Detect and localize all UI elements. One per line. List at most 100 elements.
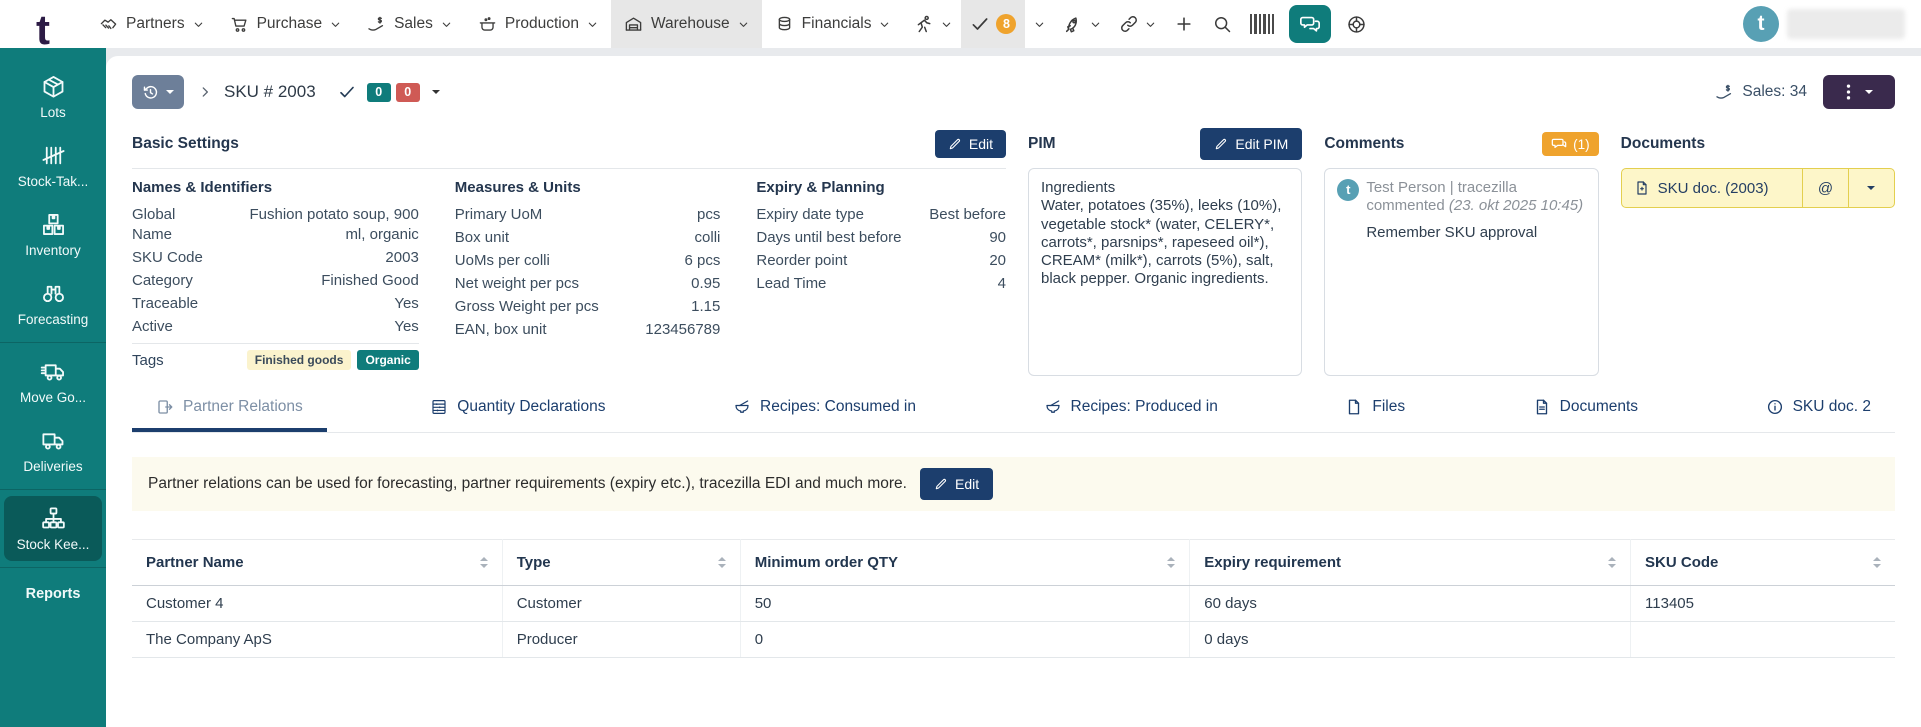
nav-chat-button[interactable] xyxy=(1289,5,1332,43)
sort-icon[interactable] xyxy=(1608,553,1617,572)
mortar-pestle-icon xyxy=(735,400,749,413)
sku-doc-dropdown-button[interactable] xyxy=(1847,169,1894,207)
tab-partner-relations[interactable]: Partner Relations xyxy=(132,386,327,432)
comment-bubble-icon xyxy=(1551,138,1567,148)
tab-recipes-produced-in[interactable]: Recipes: Produced in xyxy=(1020,386,1242,432)
more-actions-button[interactable] xyxy=(1823,75,1895,109)
pim-title: PIM xyxy=(1028,135,1056,152)
tab-sku-doc-2[interactable]: SKU doc. 2 xyxy=(1742,386,1895,432)
sidebar-item-stock-taking[interactable]: Stock-Tak... xyxy=(4,133,102,198)
summary-panels: Basic Settings Edit Names & Identifiers … xyxy=(132,126,1895,376)
table-row[interactable]: Customer 4 Customer 50 60 days 113405 xyxy=(132,585,1895,622)
edit-pim-button[interactable]: Edit PIM xyxy=(1200,128,1303,160)
sidebar-section-reports[interactable]: Reports xyxy=(0,572,106,616)
sidebar-item-stock-keeping[interactable]: Stock Kee... xyxy=(4,496,102,561)
sku-doc-label: SKU doc. (2003) xyxy=(1657,179,1769,197)
sort-icon[interactable] xyxy=(479,553,488,572)
sidebar-item-label: Deliveries xyxy=(23,459,83,474)
comments-content: t Test Person | tracezilla commented (23… xyxy=(1324,168,1599,376)
chevron-down-icon xyxy=(588,22,597,27)
nav-activities-button[interactable] xyxy=(905,0,961,48)
field-value: Fushion potato soup, 900 ml, organic xyxy=(249,205,419,243)
chevron-down-icon xyxy=(1036,22,1044,27)
column-header-minimum-order-qty[interactable]: Minimum order QTY xyxy=(740,539,1191,586)
nav-sales[interactable]: Sales xyxy=(354,0,465,48)
field-value: colli xyxy=(694,228,721,246)
nav-label: Financials xyxy=(801,15,872,32)
sales-hand-icon xyxy=(368,16,384,31)
comment-body: Remember SKU approval xyxy=(1366,223,1538,241)
column-header-expiry-requirement[interactable]: Expiry requirement xyxy=(1189,539,1632,586)
chevron-down-icon xyxy=(442,22,451,27)
nav-warehouse[interactable]: Warehouse xyxy=(610,0,762,48)
nav-support-button[interactable] xyxy=(1337,0,1376,48)
field-value: 2003 xyxy=(385,248,419,266)
sidebar-item-move-goods[interactable]: Move Go... xyxy=(4,349,102,414)
nav-tasks-button[interactable]: 8 xyxy=(961,0,1026,48)
nav-rocket-button[interactable] xyxy=(1054,0,1110,48)
pim-ingredients-text: Water, potatoes (35%), leeks (10%), vege… xyxy=(1041,197,1282,288)
basic-settings-title: Basic Settings xyxy=(132,135,239,152)
page-title: SKU # 2003 xyxy=(224,82,316,101)
tag-finished-goods[interactable]: Finished goods xyxy=(246,350,352,370)
field-label: Tags xyxy=(132,351,164,369)
sales-count-link[interactable]: Sales: 34 xyxy=(1715,83,1807,102)
sku-doc-button[interactable]: SKU doc. (2003) xyxy=(1622,169,1802,207)
field-label: Global Name xyxy=(132,205,176,243)
tab-recipes-consumed-in[interactable]: Recipes: Consumed in xyxy=(709,386,940,432)
sort-icon[interactable] xyxy=(1167,553,1176,572)
edit-basic-settings-button[interactable]: Edit xyxy=(934,130,1006,158)
sidebar-item-inventory[interactable]: Inventory xyxy=(4,202,102,267)
column-title: Measures & Units xyxy=(454,179,581,196)
tab-quantity-declarations[interactable]: Quantity Declarations xyxy=(406,386,629,432)
status-badge-teal: 0 xyxy=(366,82,391,102)
link-icon xyxy=(1121,16,1138,32)
nav-label: Sales xyxy=(394,15,433,32)
tab-documents[interactable]: Documents xyxy=(1509,386,1662,432)
nav-add-button[interactable] xyxy=(1165,0,1203,48)
cell-expiry-requirement: 0 days xyxy=(1189,621,1632,658)
history-icon xyxy=(143,85,158,99)
cell-partner-name: The Company ApS xyxy=(132,621,503,658)
info-text: Partner relations can be used for foreca… xyxy=(148,475,907,492)
nav-partners[interactable]: Partners xyxy=(86,0,217,48)
nav-links-button[interactable] xyxy=(1110,0,1165,48)
sku-doc-mention-button[interactable]: @ xyxy=(1801,169,1848,207)
sort-icon[interactable] xyxy=(1873,553,1881,572)
measures-units-column: Measures & Units Primary UoM pcs Box unit… xyxy=(455,179,721,370)
chevron-down-icon xyxy=(1092,22,1100,27)
nav-financials[interactable]: Financials xyxy=(762,0,904,48)
user-area: t xyxy=(1729,0,1921,48)
edit-partner-relations-button[interactable]: Edit xyxy=(919,468,994,500)
tag-organic[interactable]: Organic xyxy=(357,350,419,370)
pencil-icon xyxy=(949,138,960,150)
sitemap-icon xyxy=(41,507,65,529)
package-icon xyxy=(43,76,63,98)
sidebar-item-forecasting[interactable]: Forecasting xyxy=(4,271,102,336)
tab-files[interactable]: Files xyxy=(1321,386,1429,432)
rocket-icon xyxy=(1066,16,1078,33)
column-header-sku-code[interactable]: SKU Code xyxy=(1630,539,1895,586)
nav-purchase[interactable]: Purchase xyxy=(217,0,354,48)
status-dropdown-caret[interactable] xyxy=(431,90,440,98)
sort-icon[interactable] xyxy=(717,553,726,572)
column-header-type[interactable]: Type xyxy=(502,539,741,586)
sidebar-item-deliveries[interactable]: Deliveries xyxy=(4,418,102,483)
user-name-redacted[interactable] xyxy=(1787,9,1905,39)
stacked-boxes-icon xyxy=(42,214,64,235)
user-avatar[interactable]: t xyxy=(1743,6,1779,42)
table-row[interactable]: The Company ApS Producer 0 0 days xyxy=(132,621,1895,658)
nav-tasks-dropdown[interactable] xyxy=(1025,0,1054,48)
nav-search-button[interactable] xyxy=(1203,0,1241,48)
documents-title: Documents xyxy=(1620,135,1706,152)
nav-barcode-button[interactable] xyxy=(1241,0,1283,48)
column-header-partner-name[interactable]: Partner Name xyxy=(132,539,503,586)
nav-production[interactable]: Production xyxy=(465,0,611,48)
pencil-icon xyxy=(935,478,947,490)
nav-label: Warehouse xyxy=(650,15,730,32)
history-button[interactable] xyxy=(132,75,184,109)
detail-tabs: Partner Relations Quantity Declarations … xyxy=(132,386,1895,433)
sidebar-item-lots[interactable]: Lots xyxy=(4,64,102,129)
tracezilla-logo[interactable]: t xyxy=(0,0,86,48)
comments-count-button[interactable]: (1) xyxy=(1542,132,1599,156)
